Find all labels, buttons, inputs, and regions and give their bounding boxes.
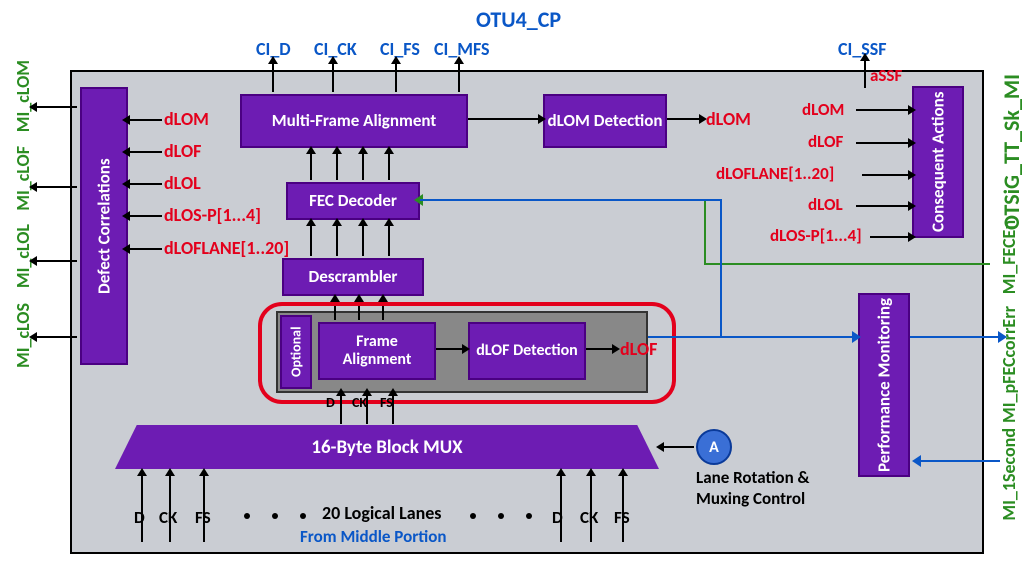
dot (470, 513, 476, 519)
mi-fecen: MI_FECEn (998, 220, 1020, 294)
lb-ck: CK (580, 507, 598, 528)
mux-block: 16-Byte Block MUX (115, 425, 659, 469)
ms-fs: FS (380, 394, 393, 411)
bseg3 (420, 199, 720, 201)
arrow-clom-out (35, 106, 77, 108)
arrow-cifs-up (395, 62, 397, 92)
bout2-head (912, 455, 921, 467)
dr-3: dLOL (808, 194, 843, 215)
d-u2 (336, 224, 338, 256)
arrow-dlom-out (667, 118, 701, 120)
conseq-block: Consequent Actions (912, 86, 964, 238)
d-u3 (362, 224, 364, 256)
dr-1: dLOF (808, 131, 843, 152)
d-u4 (388, 224, 390, 256)
highlight-box (258, 302, 676, 404)
d-u1 (310, 224, 312, 256)
arrow-dlom-in (128, 119, 162, 121)
dlom-out-lbl: dLOM (706, 108, 751, 130)
dot (272, 513, 278, 519)
descr-block: Descrambler (282, 258, 424, 296)
mi-clom: MI_cLOM (12, 60, 34, 132)
gseg3 (704, 263, 990, 265)
bout2 (920, 460, 1000, 462)
r-in-2 (862, 174, 910, 176)
m-u3 (392, 394, 394, 424)
defect-corr: Defect Correlations (80, 87, 128, 365)
f-u3 (362, 152, 364, 180)
arrow-cimfs-up (458, 62, 460, 92)
f-u1 (310, 152, 312, 180)
circle-a: A (696, 429, 732, 465)
bseg1 (648, 336, 854, 338)
la-d: D (134, 507, 145, 528)
dot (300, 513, 306, 519)
bseg2 (720, 199, 722, 336)
d-left-4: dLOFLANE[1..20] (164, 237, 289, 259)
bout1-head (998, 331, 1007, 343)
mi-pfec: MI_pFECcorrErr (998, 306, 1020, 423)
title: OTU4_CP (476, 6, 561, 33)
dot (498, 513, 504, 519)
dlom-block: dLOM Detection (543, 94, 667, 148)
m-u1 (340, 394, 342, 424)
arrow-mfa-dlom (468, 118, 540, 120)
arrow-clol-out (35, 260, 77, 262)
la-fs: FS (195, 507, 211, 528)
arrow-dloflane-in (128, 248, 162, 250)
fec-block: FEC Decoder (286, 182, 420, 220)
d-left-1: dLOF (164, 140, 201, 162)
from-mid: From Middle Portion (300, 526, 446, 547)
arrow-a-mux (662, 446, 694, 448)
arrow-dlol-in (128, 183, 162, 185)
dr-2: dLOFLANE[1..20] (716, 163, 834, 184)
bout1 (910, 336, 1000, 338)
arrow-cissf-up (864, 59, 866, 84)
arrow-dlof-in (128, 151, 162, 153)
arrow-dlosp-in (128, 215, 162, 217)
dot (244, 513, 250, 519)
dr-4: dLOS-P[1...4] (770, 225, 862, 246)
r-in-0 (856, 109, 910, 111)
mi-1sec: MI_1Second (998, 428, 1020, 521)
r-in-3 (856, 205, 910, 207)
r-in-4 (870, 236, 910, 238)
ms-d: D (326, 394, 335, 411)
perf-block: Performance Monitoring (858, 293, 910, 477)
lb-fs: FS (614, 507, 630, 528)
ms-ck: CK (352, 394, 367, 411)
d-left-0: dLOM (164, 108, 209, 130)
m-u2 (366, 394, 368, 424)
dr-0: dLOM (802, 99, 844, 120)
lb-d: D (552, 507, 563, 528)
d-left-2: dLOL (164, 172, 201, 194)
la-ck: CK (159, 507, 177, 528)
mfa-block: Multi-Frame Alignment (240, 94, 468, 148)
d-left-3: dLOS-P[1...4] (164, 204, 261, 226)
b-arrowhead-perf (852, 331, 861, 343)
gseg2 (704, 199, 706, 265)
r-in-1 (856, 142, 910, 144)
diagram: OTU4_CP CI_D CI_CK CI_FS CI_MFS CI_SSF M… (0, 0, 1024, 576)
arrow-clof-out (35, 186, 77, 188)
arrow-cick-up (332, 62, 334, 92)
aseg (864, 82, 866, 88)
dot (526, 513, 532, 519)
lane-ctrl: Lane Rotation & Muxing Control (696, 467, 856, 509)
f-u4 (388, 152, 390, 180)
lanes-label: 20 Logical Lanes (322, 502, 441, 524)
assf-lbl: aSSF (870, 65, 902, 86)
mi-clof: MI_cLOF (12, 146, 34, 211)
arrow-clos-out (35, 336, 77, 338)
f-u2 (336, 152, 338, 180)
sidebar-right: OTSiG_TT_Sk_MI (998, 74, 1024, 230)
arrow-cid-up (272, 62, 274, 92)
